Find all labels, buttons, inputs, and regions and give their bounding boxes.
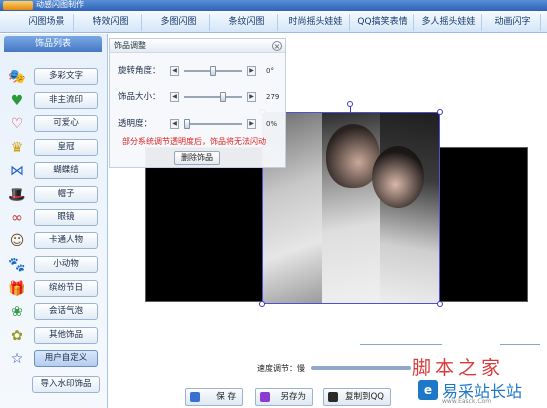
watermark-logo: e 易采站长站 www.Easck.Com <box>418 378 547 408</box>
decoration-adjust-panel: 饰品调整 × 旋转角度： ◀ ▶ 0° 饰品大小： ◀ ▶ 279 透明度： ◀… <box>109 38 286 168</box>
opacity-value: 0% <box>266 120 278 128</box>
sidebar-item-label[interactable]: 导入水印饰品 <box>32 376 100 393</box>
app-logo-icon <box>3 1 33 10</box>
sidebar-item[interactable]: 🎁 缤纷节日 <box>6 280 104 298</box>
tab-multi-image[interactable]: 多图闪图 <box>148 14 210 31</box>
crown-icon: ♛ <box>10 140 24 156</box>
sidebar-item[interactable]: 🎩 帽子 <box>6 186 104 204</box>
opacity-decrease-button[interactable]: ◀ <box>170 119 179 129</box>
size-track[interactable] <box>184 96 242 98</box>
window-title: 动感闪图制作 <box>36 0 84 9</box>
sidebar-item[interactable]: ♛ 皇冠 <box>6 139 104 157</box>
bow-icon: ⋈ <box>10 163 24 179</box>
sidebar-item[interactable]: ☺ 卡通人物 <box>6 232 104 250</box>
sidebar-item[interactable]: ✿ 其他饰品 <box>6 327 104 345</box>
opacity-slider-knob[interactable] <box>184 119 190 129</box>
watermark-url: www.Easck.Com <box>442 398 492 405</box>
rotation-row: 旋转角度： ◀ ▶ 0° <box>118 65 286 77</box>
copy-to-qq-button[interactable]: 复制到QQ <box>323 388 391 406</box>
save-as-button[interactable]: 另存为 <box>255 388 313 406</box>
sidebar-item-label[interactable]: 缤纷节日 <box>34 280 98 297</box>
speech-bubble-icon: ❀ <box>11 304 23 320</box>
sidebar-item[interactable]: ☆ 用户自定义 <box>6 350 104 368</box>
size-decrease-button[interactable]: ◀ <box>170 92 179 102</box>
sidebar-item-label[interactable]: 会话气泡 <box>34 303 98 320</box>
sidebar-header: 饰品列表 <box>4 36 102 52</box>
cute-heart-icon: ♡ <box>10 116 24 132</box>
sidebar-item-label[interactable]: 皇冠 <box>34 139 98 156</box>
sidebar-item-label[interactable]: 眼镜 <box>34 209 98 226</box>
size-label: 饰品大小： <box>118 92 161 102</box>
top-nav: 闪图场景 特效闪图 多图闪图 条纹闪图 时尚摇头娃娃 QQ搞笑表情 多人摇头娃娃… <box>0 11 547 33</box>
heart-stamp-icon: ♥ <box>10 93 24 109</box>
sidebar-item[interactable]: 🐾 小动物 <box>6 256 104 274</box>
sidebar-item-label[interactable]: 蝴蝶结 <box>34 162 98 179</box>
size-slider-knob[interactable] <box>220 92 227 102</box>
sidebar-item[interactable]: ⋈ 蝴蝶结 <box>6 162 104 180</box>
rotation-value: 0° <box>266 67 274 75</box>
rotation-increase-button[interactable]: ▶ <box>247 66 256 76</box>
cartoon-figure-icon: ☺ <box>9 233 25 249</box>
sidebar-item-label[interactable]: 多彩文字 <box>34 68 98 85</box>
glasses-icon: ∞ <box>11 210 23 226</box>
delete-decoration-button[interactable]: 删除饰品 <box>174 151 220 165</box>
sidebar: 饰品列表 🎭 多彩文字 ♥ 非主流印 ♡ 可爱心 ♛ 皇冠 ⋈ 蝴蝶结 🎩 帽子 ∞ 眼镜 ☺ 卡通人物 🐾 小动… <box>0 34 108 408</box>
watermark-text: 脚本之家 <box>412 357 505 379</box>
save-as-icon <box>260 392 270 402</box>
sidebar-item-label[interactable]: 其他饰品 <box>34 327 98 344</box>
sidebar-item-label[interactable]: 可爱心 <box>34 115 98 132</box>
qq-icon <box>328 392 338 402</box>
tab-animated-text[interactable]: 动画闪字 <box>485 14 541 31</box>
selection-frame[interactable] <box>262 112 440 304</box>
resize-handle-bottom-left[interactable] <box>259 301 265 307</box>
speed-label: 速度调节：慢 <box>257 364 305 373</box>
rotation-slider-knob[interactable] <box>210 66 216 76</box>
opacity-warning: 部分系统调节透明度后，饰品将无法闪动 <box>122 137 266 146</box>
animal-icon: 🐾 <box>8 257 26 273</box>
sidebar-item-label[interactable]: 帽子 <box>34 186 98 203</box>
close-icon[interactable]: × <box>272 41 282 51</box>
title-bar: 动感闪图制作 <box>0 0 547 11</box>
save-button[interactable]: 保 存 <box>185 388 243 406</box>
sidebar-item-label[interactable]: 卡通人物 <box>34 232 98 249</box>
opacity-row: 透明度： ◀ ▶ 0% <box>118 118 286 130</box>
tab-effects[interactable]: 特效闪图 <box>80 14 142 31</box>
easck-logo-icon: e <box>418 380 438 400</box>
rotate-handle[interactable] <box>347 101 353 107</box>
save-icon <box>190 392 200 402</box>
opacity-track[interactable] <box>184 123 242 125</box>
opacity-label: 透明度： <box>118 119 153 129</box>
sidebar-item[interactable]: 🎭 多彩文字 <box>6 68 104 86</box>
rotation-decrease-button[interactable]: ◀ <box>170 66 179 76</box>
tab-bobblehead[interactable]: 时尚摇头娃娃 <box>282 14 350 31</box>
size-value: 279 <box>266 93 280 101</box>
sidebar-item-label[interactable]: 非主流印 <box>34 92 98 109</box>
panel-title: 饰品调整 <box>110 39 285 53</box>
resize-handle-bottom-right[interactable] <box>437 301 443 307</box>
speed-slider[interactable] <box>311 366 411 370</box>
sidebar-item[interactable]: ∞ 眼镜 <box>6 209 104 227</box>
sidebar-item[interactable]: ♡ 可爱心 <box>6 115 104 133</box>
hat-icon: 🎩 <box>8 187 26 203</box>
tab-qq-emoji[interactable]: QQ搞笑表情 <box>352 14 414 31</box>
sidebar-item[interactable]: ♥ 非主流印 <box>6 92 104 110</box>
size-increase-button[interactable]: ▶ <box>247 92 256 102</box>
gift-icon: 🎁 <box>8 281 26 297</box>
tab-scene[interactable]: 闪图场景 <box>20 14 74 31</box>
tab-stripe[interactable]: 条纹闪图 <box>216 14 278 31</box>
sidebar-item-label[interactable]: 小动物 <box>34 256 98 273</box>
sidebar-item[interactable]: 导入水印饰品 <box>6 376 104 394</box>
tab-multi-bobblehead[interactable]: 多人摇头娃娃 <box>416 14 482 31</box>
sidebar-item-label[interactable]: 用户自定义 <box>34 350 98 367</box>
size-row: 饰品大小： ◀ ▶ 279 <box>118 91 286 103</box>
colorful-text-icon: 🎭 <box>8 69 26 85</box>
resize-handle-top-right[interactable] <box>437 109 443 115</box>
rotation-label: 旋转角度： <box>118 66 161 76</box>
sidebar-item[interactable]: ❀ 会话气泡 <box>6 303 104 321</box>
opacity-increase-button[interactable]: ▶ <box>247 119 256 129</box>
misc-decoration-icon: ✿ <box>11 328 23 344</box>
star-icon: ☆ <box>10 351 24 367</box>
